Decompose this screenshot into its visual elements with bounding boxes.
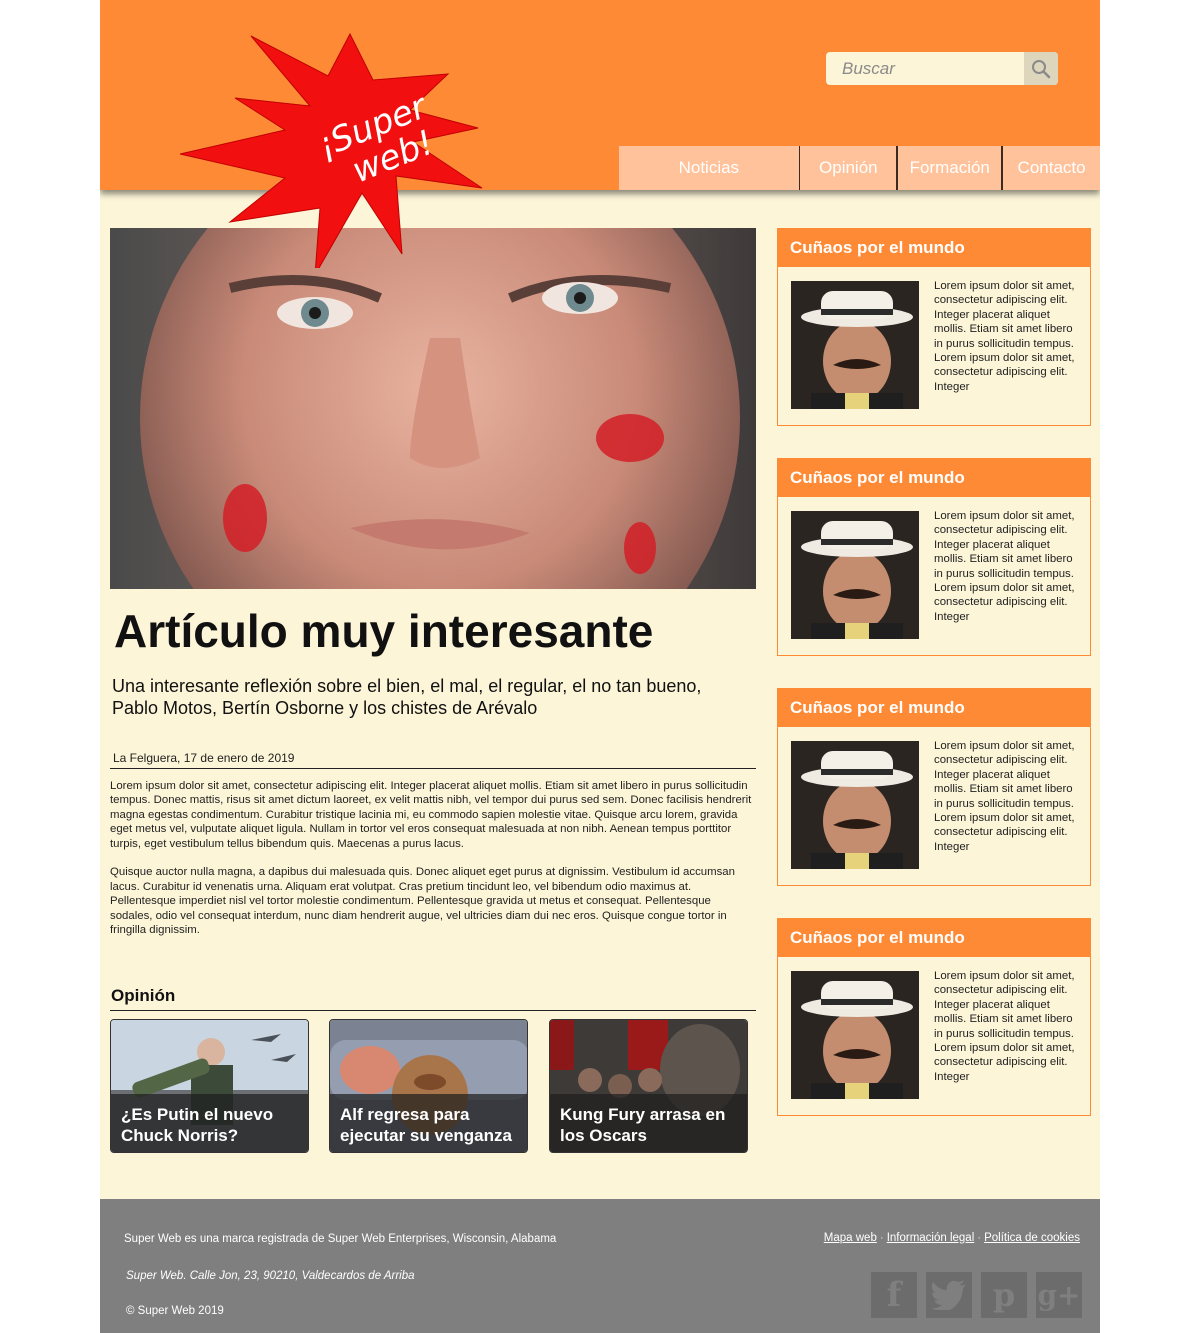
opinion-card[interactable]: Alf regresa para ejecutar su venganza [329, 1019, 528, 1153]
article-body: Lorem ipsum dolor sit amet, consectetur … [110, 779, 756, 952]
search-box [826, 52, 1058, 85]
sidebar-box-title[interactable]: Cuñaos por el mundo [778, 459, 1090, 497]
opinion-card-title: ¿Es Putin el nuevo Chuck Norris? [111, 1094, 308, 1152]
search-button[interactable] [1024, 52, 1058, 85]
sidebar-box-text: Lorem ipsum dolor sit amet, consectetur … [934, 280, 1075, 393]
nav-item-formacion[interactable]: Formación [898, 146, 1001, 190]
footer-links: Mapa web · Información legal · Política de c… [824, 1232, 1080, 1244]
article-dateline: La Felguera, 17 de enero de 2019 [113, 751, 295, 765]
opinion-heading: Opinión [111, 986, 176, 1005]
sidebar-box: Cuñaos por el mundo Lorem ipsum dolor si… [777, 918, 1091, 1116]
facebook-glyph: f [886, 1275, 902, 1315]
twitter-icon[interactable] [926, 1272, 972, 1318]
sidebar-box-text: Lorem ipsum dolor sit amet, consectetur … [934, 970, 1075, 1083]
pinterest-icon[interactable]: p [981, 1272, 1027, 1318]
hero-image[interactable] [110, 228, 756, 589]
sidebar-box-title[interactable]: Cuñaos por el mundo [778, 919, 1090, 957]
footer-copyright: © Super Web 2019 [126, 1305, 224, 1317]
nav-item-noticias[interactable]: Noticias [619, 146, 799, 190]
sidebar-box: Cuñaos por el mundo Lorem ipsum dolor si… [777, 228, 1091, 426]
facebook-icon[interactable]: f [871, 1272, 917, 1318]
divider [110, 768, 756, 769]
sidebar-box: Cuñaos por el mundo Lorem ipsum dolor si… [777, 458, 1091, 656]
footer-link-separator: · [879, 1232, 884, 1244]
opinion-card[interactable]: Kung Fury arrasa en los Oscars [549, 1019, 748, 1153]
search-icon [1032, 59, 1051, 78]
footer-address: Super Web. Calle Jon, 23, 90210, Valdeca… [126, 1270, 415, 1282]
article-paragraph: Lorem ipsum dolor sit amet, consectetur … [110, 780, 752, 850]
sidebar-box-title[interactable]: Cuñaos por el mundo [778, 689, 1090, 727]
sidebar-box-photo[interactable] [791, 971, 919, 1099]
pinterest-glyph: p [992, 1276, 1016, 1314]
site-logo[interactable]: ¡Super web! [179, 18, 570, 276]
page: Noticias Opinión Formación Contacto ¡Sup… [100, 0, 1100, 1333]
opinion-card-title: Kung Fury arrasa en los Oscars [550, 1094, 747, 1152]
twitter-bird-shape [931, 1280, 966, 1310]
opinion-card[interactable]: ¿Es Putin el nuevo Chuck Norris? [110, 1019, 309, 1153]
sidebar-box-text: Lorem ipsum dolor sit amet, consectetur … [934, 510, 1075, 623]
footer-link-separator: · [977, 1232, 982, 1244]
article-subtitle: Una interesante reflexión sobre el bien,… [112, 676, 702, 718]
nav-item-opinion[interactable]: Opinión [800, 146, 896, 190]
article-title: Artículo muy interesante [114, 605, 654, 657]
main-nav: Noticias Opinión Formación Contacto [619, 146, 1100, 190]
footer-link-mapa-web[interactable]: Mapa web [824, 1232, 877, 1244]
logo-starburst: ¡Super web! [179, 32, 483, 276]
sidebar-box-title[interactable]: Cuñaos por el mundo [778, 229, 1090, 267]
sidebar-box-photo[interactable] [791, 511, 919, 639]
sidebar-box: Cuñaos por el mundo Lorem ipsum dolor si… [777, 688, 1091, 886]
footer-link-politica-cookies[interactable]: Política de cookies [984, 1232, 1080, 1244]
footer-registered-text: Super Web es una marca registrada de Sup… [124, 1233, 557, 1245]
footer-link-informacion-legal[interactable]: Información legal [887, 1232, 975, 1244]
site-footer: Super Web es una marca registrada de Sup… [100, 1199, 1100, 1333]
sidebar-box-photo[interactable] [791, 741, 919, 869]
google-plus-icon[interactable]: g+ [1036, 1272, 1082, 1318]
divider [110, 1010, 756, 1011]
sidebar-box-text: Lorem ipsum dolor sit amet, consectetur … [934, 740, 1075, 853]
sidebar-box-photo[interactable] [791, 281, 919, 409]
article-paragraph: Quisque auctor nulla magna, a dapibus du… [110, 866, 735, 937]
opinion-card-title: Alf regresa para ejecutar su venganza [330, 1094, 527, 1152]
google-plus-glyph: g+ [1037, 1278, 1081, 1312]
nav-item-contacto[interactable]: Contacto [1003, 146, 1100, 190]
search-input[interactable] [826, 52, 1024, 85]
